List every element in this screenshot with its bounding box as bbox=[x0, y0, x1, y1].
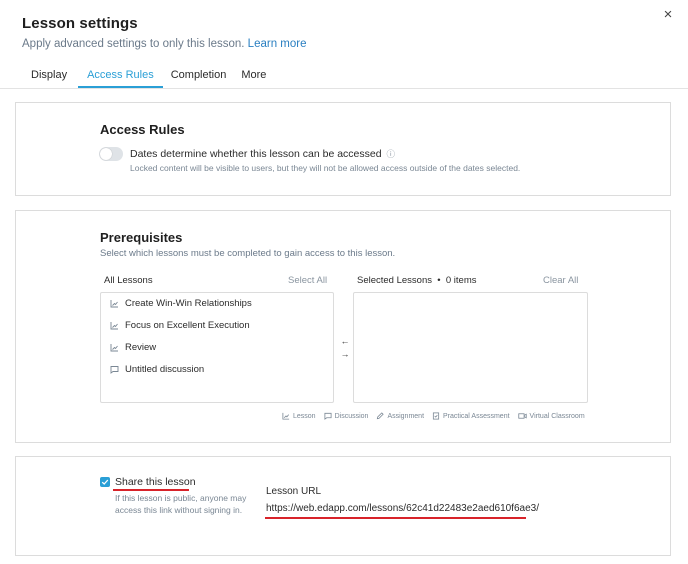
discussion-icon bbox=[110, 366, 119, 374]
selected-lessons-header: Selected Lessons • 0 items bbox=[357, 275, 477, 286]
dates-toggle-text: Dates determine whether this lesson can … bbox=[130, 148, 382, 160]
legend-label: Discussion bbox=[334, 412, 369, 420]
tab-completion[interactable]: Completion bbox=[171, 66, 227, 88]
legend-virtual-classroom: Virtual Classroom bbox=[517, 412, 585, 420]
info-icon[interactable]: ⓘ bbox=[386, 149, 395, 159]
prerequisites-description: Select which lessons must be completed t… bbox=[100, 248, 396, 259]
subtitle-text: Apply advanced settings to only this les… bbox=[22, 38, 245, 50]
legend-label: Virtual Classroom bbox=[529, 412, 585, 420]
lesson-label: Focus on Excellent Execution bbox=[125, 320, 250, 331]
lesson-icon bbox=[110, 322, 118, 330]
transfer-arrows: ← → bbox=[340, 335, 350, 361]
list-item[interactable]: Review bbox=[110, 342, 156, 353]
access-rules-title: Access Rules bbox=[100, 122, 185, 137]
prerequisites-card: Prerequisites Select which lessons must … bbox=[15, 210, 671, 443]
legend-assignment: Assignment bbox=[376, 412, 424, 420]
checkmark-icon bbox=[101, 479, 109, 485]
discussion-icon bbox=[324, 412, 332, 420]
share-hint: If this lesson is public, anyone may acc… bbox=[115, 493, 247, 515]
learn-more-link[interactable]: Learn more bbox=[248, 38, 307, 50]
arrow-right-icon[interactable]: → bbox=[340, 348, 350, 361]
all-lessons-header: All Lessons bbox=[104, 275, 153, 286]
dialog-subtitle: Apply advanced settings to only this les… bbox=[22, 38, 306, 50]
dates-toggle-label: Dates determine whether this lesson can … bbox=[130, 148, 395, 160]
lesson-label: Review bbox=[125, 342, 157, 353]
lesson-label: Untitled discussion bbox=[125, 364, 205, 375]
lesson-label: Create Win-Win Relationships bbox=[125, 298, 252, 309]
share-card: Share this lesson If this lesson is publ… bbox=[15, 456, 671, 556]
tab-display[interactable]: Display bbox=[31, 66, 67, 88]
list-item[interactable]: Create Win-Win Relationships bbox=[110, 298, 252, 309]
all-lessons-list: Create Win-Win Relationships Focus on Ex… bbox=[100, 292, 334, 403]
share-label: Share this lesson bbox=[115, 476, 196, 488]
list-item[interactable]: Untitled discussion bbox=[110, 364, 204, 375]
share-checkbox[interactable] bbox=[100, 477, 110, 487]
arrow-left-icon[interactable]: ← bbox=[340, 335, 350, 348]
prerequisites-title: Prerequisites bbox=[100, 230, 183, 245]
dialog-title: Lesson settings bbox=[22, 15, 138, 32]
share-annotation-underline bbox=[113, 489, 189, 491]
assignment-icon bbox=[377, 412, 385, 420]
lesson-icon bbox=[110, 300, 118, 308]
legend-label: Practical Assessment bbox=[443, 412, 510, 420]
icon-legend: Lesson Discussion Assignment Practical A… bbox=[282, 412, 593, 420]
virtual-classroom-icon bbox=[517, 413, 527, 419]
lesson-url-label: Lesson URL bbox=[266, 486, 322, 497]
lesson-icon bbox=[110, 344, 118, 352]
access-rules-card: Access Rules Dates determine whether thi… bbox=[15, 102, 671, 196]
url-annotation-underline bbox=[265, 517, 526, 519]
practical-assessment-icon bbox=[432, 412, 440, 420]
legend-label: Lesson bbox=[293, 412, 316, 420]
legend-label: Assignment bbox=[387, 412, 425, 420]
lesson-icon bbox=[282, 412, 290, 420]
tab-access-rules[interactable]: Access Rules bbox=[78, 66, 163, 88]
clear-all-button[interactable]: Clear All bbox=[543, 275, 578, 286]
selected-lessons-list bbox=[353, 292, 588, 403]
close-icon[interactable]: × bbox=[660, 7, 676, 23]
tab-bar: Display Access Rules Completion More bbox=[16, 66, 273, 88]
dates-toggle[interactable] bbox=[99, 147, 123, 161]
legend-lesson: Lesson bbox=[282, 412, 316, 420]
dialog-header: Lesson settings Apply advanced settings … bbox=[22, 15, 306, 50]
tab-divider bbox=[0, 88, 688, 89]
legend-discussion: Discussion bbox=[324, 412, 369, 420]
legend-practical-assessment: Practical Assessment bbox=[432, 412, 510, 420]
tab-more[interactable]: More bbox=[241, 66, 266, 88]
dates-toggle-hint: Locked content will be visible to users,… bbox=[130, 163, 521, 173]
list-item[interactable]: Focus on Excellent Execution bbox=[110, 320, 250, 331]
lesson-url[interactable]: https://web.edapp.com/lessons/62c41d2248… bbox=[266, 503, 539, 514]
select-all-button[interactable]: Select All bbox=[288, 275, 327, 286]
